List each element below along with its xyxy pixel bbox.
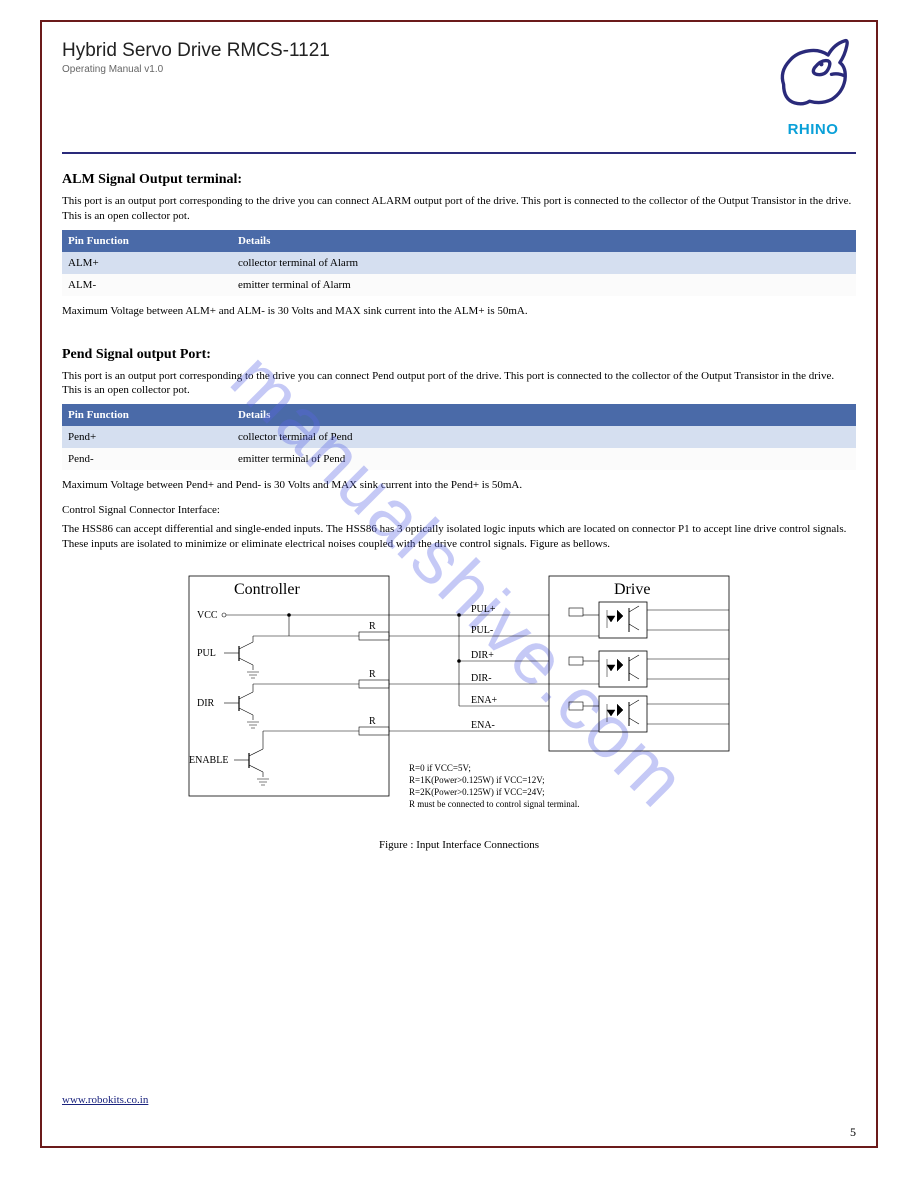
vcc-label: VCC <box>197 610 218 621</box>
diagram-note-1: R=0 if VCC=5V; <box>409 763 471 773</box>
control-signal-heading: Control Signal Connector Interface: <box>62 503 856 518</box>
alm-r0-c0: ALM+ <box>62 252 232 274</box>
diagram-note-2: R=1K(Power>0.125W) if VCC=12V; <box>409 775 545 785</box>
dirm-label: DIR- <box>471 673 492 684</box>
optocoupler-icon <box>549 696 729 732</box>
diagram-note-3: R=2K(Power>0.125W) if VCC=24V; <box>409 787 545 797</box>
drive-label: Drive <box>614 581 650 598</box>
table-row: ALM+ collector terminal of Alarm <box>62 252 856 274</box>
pul-label: PUL <box>197 648 216 659</box>
header-titles: Hybrid Servo Drive RMCS-1121 Operating M… <box>62 34 330 75</box>
figure-caption: Figure : Input Interface Connections <box>179 839 739 851</box>
rhino-icon <box>771 34 855 118</box>
page-number: 5 <box>850 1125 856 1140</box>
pend-th-details: Details <box>232 404 856 426</box>
alm-th-details: Details <box>232 230 856 252</box>
table-row: Pend- emitter terminal of Pend <box>62 448 856 470</box>
enam-label: ENA- <box>471 720 495 731</box>
pend-section-title: Pend Signal output Port: <box>62 347 856 363</box>
dir-label: DIR <box>197 698 215 709</box>
pulm-label: PUL- <box>471 625 493 636</box>
pend-r0-c0: Pend+ <box>62 426 232 448</box>
manual-version: Operating Manual v1.0 <box>62 64 330 75</box>
pulp-label: PUL+ <box>471 604 496 615</box>
page-header: Hybrid Servo Drive RMCS-1121 Operating M… <box>62 34 856 154</box>
optocoupler-icon <box>549 651 729 687</box>
brand-logo: RHINO <box>770 34 856 138</box>
enable-label: ENABLE <box>189 755 228 766</box>
alm-footer-note: Maximum Voltage between ALM+ and ALM- is… <box>62 304 856 319</box>
table-row: ALM- emitter terminal of Alarm <box>62 274 856 296</box>
alm-r1-c0: ALM- <box>62 274 232 296</box>
product-title: Hybrid Servo Drive RMCS-1121 <box>62 40 330 62</box>
pend-r1-c0: Pend- <box>62 448 232 470</box>
controller-label: Controller <box>234 581 300 598</box>
optocoupler-icon <box>549 602 729 638</box>
pend-r0-c1: collector terminal of Pend <box>232 426 856 448</box>
pend-intro: This port is an output port correspondin… <box>62 369 856 399</box>
r-label-2: R <box>369 669 376 680</box>
alm-th-pin: Pin Function <box>62 230 232 252</box>
pend-th-pin: Pin Function <box>62 404 232 426</box>
wiring-diagram: Controller Drive VCC PUL+ PUL <box>179 566 739 851</box>
r-label-3: R <box>369 716 376 727</box>
dirp-label: DIR+ <box>471 650 494 661</box>
diagram-note-4: R must be connected to control signal te… <box>409 799 579 809</box>
alm-r0-c1: collector terminal of Alarm <box>232 252 856 274</box>
table-row: Pend+ collector terminal of Pend <box>62 426 856 448</box>
pend-r1-c1: emitter terminal of Pend <box>232 448 856 470</box>
footer-website-link[interactable]: www.robokits.co.in <box>62 1094 148 1106</box>
enap-label: ENA+ <box>471 695 498 706</box>
alm-section-title: ALM Signal Output terminal: <box>62 172 856 188</box>
r-label-1: R <box>369 621 376 632</box>
alm-intro: This port is an output port correspondin… <box>62 194 856 224</box>
alm-r1-c1: emitter terminal of Alarm <box>232 274 856 296</box>
pend-table: Pin Function Details Pend+ collector ter… <box>62 404 856 470</box>
control-signal-desc: The HSS86 can accept differential and si… <box>62 522 856 552</box>
alm-table: Pin Function Details ALM+ collector term… <box>62 230 856 296</box>
brand-name: RHINO <box>770 121 856 138</box>
pend-footer-note: Maximum Voltage between Pend+ and Pend- … <box>62 478 856 493</box>
